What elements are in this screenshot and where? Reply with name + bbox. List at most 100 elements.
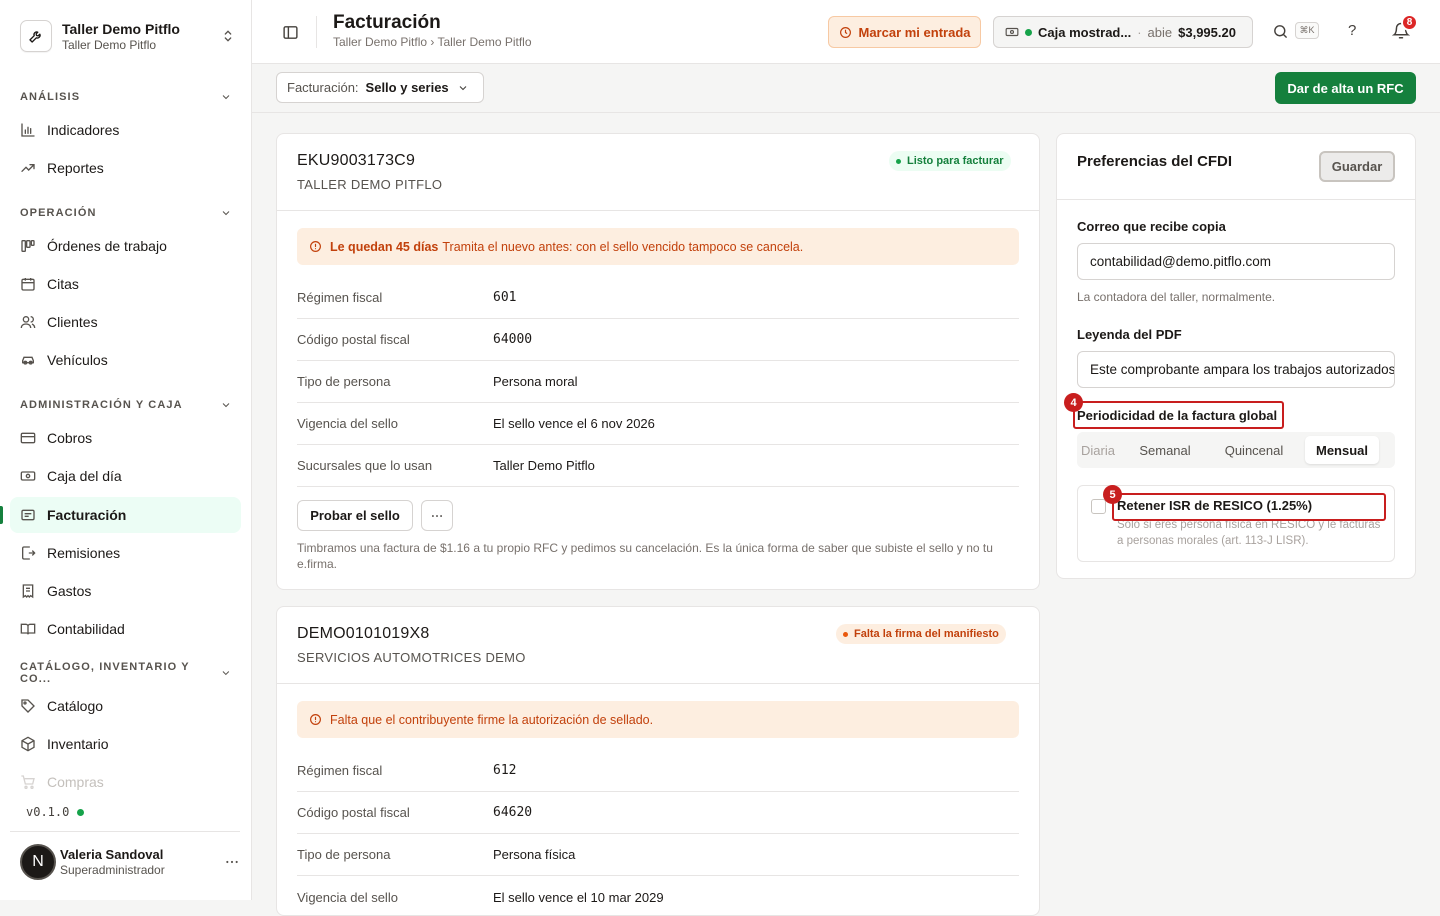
more-horizontal-icon[interactable] (224, 854, 240, 870)
billing-section-select[interactable]: Facturación: Sello y series (276, 72, 484, 103)
mark-entry-button[interactable]: Marcar mi entrada (828, 16, 981, 48)
workspace-switcher[interactable]: Taller Demo Pitflo Taller Demo Pitflo (20, 18, 236, 54)
rfc-code: DEMO0101019X8 (297, 625, 430, 642)
rfc-card: DEMO0101019X8 SERVICIOS AUTOMOTRICES DEM… (276, 606, 1040, 916)
period-option-mensual[interactable]: Mensual (1305, 436, 1379, 464)
toolbar: Facturación: Sello y series Dar de alta … (252, 64, 1440, 113)
sidebar-item-citas[interactable]: Citas (10, 266, 241, 302)
row-value: El sello vence el 6 nov 2026 (493, 416, 655, 431)
section-catalogo[interactable]: CATÁLOGO, INVENTARIO Y CO... (20, 661, 232, 685)
sidebar-item-contabilidad[interactable]: Contabilidad (10, 611, 241, 647)
sidebar-item-label: Reportes (47, 160, 104, 176)
sidebar-item-inventario[interactable]: Inventario (10, 726, 241, 762)
sidebar-item-compras[interactable]: Compras (10, 764, 241, 800)
select-label: Facturación: (287, 80, 359, 95)
test-seal-button[interactable]: Probar el sello (297, 500, 413, 531)
email-field[interactable]: contabilidad@demo.pitflo.com (1077, 243, 1395, 280)
sidebar-toggle-icon[interactable] (282, 24, 299, 41)
sidebar-item-label: Inventario (47, 736, 109, 752)
trend-icon (21, 164, 35, 172)
highlight-box (1073, 401, 1284, 429)
save-button[interactable]: Guardar (1319, 151, 1395, 182)
status-dot (77, 808, 85, 816)
info-row: Sucursales que lo usan Taller Demo Pitfl… (297, 445, 1019, 487)
sidebar-item-remisiones[interactable]: Remisiones (10, 535, 241, 571)
period-option-diaria[interactable]: Diaria (1081, 436, 1117, 464)
cash-icon (1005, 27, 1019, 37)
help-icon[interactable]: ? (1348, 22, 1356, 39)
cart-icon (21, 775, 35, 789)
sidebar-item-cobros[interactable]: Cobros (10, 420, 241, 456)
alert-circle-icon (310, 241, 321, 252)
sidebar-item-label: Catálogo (47, 698, 104, 714)
info-row: Tipo de persona Persona moral (297, 361, 1019, 403)
sidebar-item-label: Vehículos (47, 352, 108, 368)
sidebar-item-label: Contabilidad (47, 621, 125, 637)
row-value: El sello vence el 10 mar 2029 (493, 889, 664, 905)
row-value: 612 (493, 763, 517, 778)
info-row: Vigencia del sello El sello vence el 6 n… (297, 403, 1019, 445)
user-menu[interactable]: N Valeria Sandoval Superadministrador (20, 844, 240, 880)
status-badge: Falta la firma del manifiesto (836, 624, 1006, 644)
cash-register-pill[interactable]: Caja mostrad... · abie $3,995.20 (993, 16, 1253, 48)
section-label: CATÁLOGO, INVENTARIO Y CO... (20, 661, 190, 685)
chevron-down-icon (222, 671, 230, 676)
section-label: ANÁLISIS (20, 91, 81, 103)
period-segmented-control[interactable]: Diaria Semanal Quincenal Mensual (1077, 432, 1395, 468)
sidebar-item-label: Remisiones (47, 545, 121, 561)
sidebar-item-label: Cobros (47, 430, 93, 446)
app-version: v0.1.0 (26, 805, 85, 819)
divider (1057, 199, 1415, 200)
pdf-legend-field[interactable]: Este comprobante ampara los trabajos aut… (1077, 351, 1395, 388)
rfc-name: TALLER DEMO PITFLO (297, 177, 443, 192)
more-actions-button[interactable] (421, 500, 453, 531)
cash-separator: · (1137, 24, 1142, 40)
sidebar-item-label: Compras (47, 774, 104, 790)
sidebar-item-reportes[interactable]: Reportes (10, 150, 241, 186)
sidebar-item-label: Citas (47, 276, 79, 292)
card-icon (20, 432, 36, 444)
sidebar-item-caja[interactable]: Caja del día (10, 458, 241, 494)
calendar-icon (21, 278, 35, 291)
sidebar-item-ordenes[interactable]: Órdenes de trabajo (10, 228, 241, 264)
receipt-icon (22, 584, 34, 599)
status-dot (843, 631, 848, 637)
info-row: Código postal fiscal 64000 (297, 319, 1019, 361)
status-dot (1025, 28, 1032, 36)
sidebar-item-label: Gastos (47, 583, 92, 599)
sidebar-item-vehiculos[interactable]: Vehículos (10, 342, 241, 378)
rfc-code: EKU9003173C9 (297, 152, 416, 169)
row-value: Persona física (493, 847, 576, 862)
period-option-semanal[interactable]: Semanal (1125, 436, 1205, 464)
preferences-title: Preferencias del CFDI (1077, 153, 1233, 170)
workspace-name: Taller Demo Pitflo (62, 21, 180, 37)
sidebar-item-clientes[interactable]: Clientes (10, 304, 241, 340)
divider (10, 831, 240, 832)
section-administracion[interactable]: ADMINISTRACIÓN Y CAJA (20, 397, 232, 413)
chevron-down-icon (222, 95, 230, 100)
row-key: Código postal fiscal (297, 805, 410, 820)
resico-checkbox[interactable] (1091, 499, 1106, 514)
row-key: Vigencia del sello (297, 889, 398, 905)
period-option-quincenal[interactable]: Quincenal (1209, 436, 1299, 464)
sidebar-item-indicadores[interactable]: Indicadores (10, 112, 241, 148)
search-icon[interactable] (1272, 23, 1289, 40)
row-key: Tipo de persona (297, 847, 391, 862)
sidebar-item-gastos[interactable]: Gastos (10, 573, 241, 609)
sidebar-item-facturacion[interactable]: Facturación (10, 497, 241, 533)
row-key: Régimen fiscal (297, 763, 383, 778)
section-analisis[interactable]: ANÁLISIS (20, 89, 232, 105)
row-value: Persona moral (493, 374, 578, 389)
highlight-box (1112, 493, 1386, 521)
rfc-name: SERVICIOS AUTOMOTRICES DEMO (297, 650, 526, 665)
expiry-alert: Le quedan 45 días Tramita el nuevo antes… (297, 228, 1019, 265)
info-row: Tipo de persona Persona física (297, 834, 1019, 876)
step-marker: 5 (1103, 485, 1122, 504)
chevron-down-icon (459, 85, 467, 90)
cash-icon (20, 471, 36, 481)
sidebar-item-catalogo[interactable]: Catálogo (10, 688, 241, 724)
section-operacion[interactable]: OPERACIÓN (20, 205, 232, 221)
cash-state: abie (1147, 24, 1173, 40)
add-rfc-button[interactable]: Dar de alta un RFC (1275, 72, 1416, 104)
divider (277, 683, 1039, 684)
